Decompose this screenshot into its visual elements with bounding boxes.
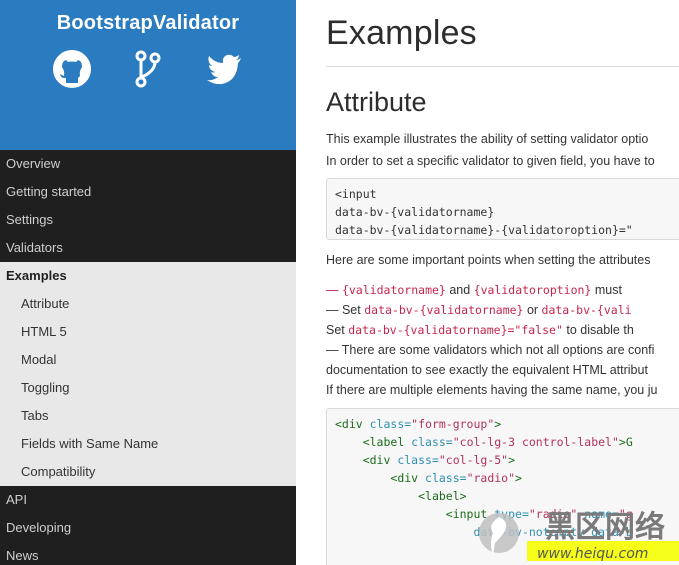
nav-item-settings[interactable]: Settings: [0, 206, 296, 234]
code-token: class=: [390, 453, 439, 467]
watermark-logo: 黑区网络 www.heiqu.com: [479, 510, 679, 562]
text: — Set: [326, 303, 365, 317]
bullet-set: — Set data-bv-{validatorname} or data-bv…: [326, 300, 679, 320]
inline-code: data-bv-{validatorname}: [364, 303, 524, 317]
code-block-form: <div class="form-group"> <label class="c…: [326, 408, 679, 565]
code-line: <input: [335, 187, 377, 201]
code-token: <label>: [418, 489, 467, 503]
nav-item-examples[interactable]: Examples: [0, 262, 296, 290]
bullet-disable: Set data-bv-{validatorname}="false" to d…: [326, 320, 679, 340]
divider: [326, 66, 679, 67]
brand-title[interactable]: BootstrapValidator: [0, 0, 296, 35]
code-token: >G: [618, 435, 633, 449]
code-token: "col-lg-5": [438, 453, 509, 467]
nav-subitem-modal[interactable]: Modal: [0, 346, 296, 374]
paragraph-instructions: In order to set a specific validator to …: [326, 154, 655, 168]
inline-code: {validatoroption}: [473, 283, 592, 297]
nav-item-overview[interactable]: Overview: [0, 150, 296, 178]
fork-icon[interactable]: [128, 49, 168, 89]
bullet-naming: — {validatorname} and {validatoroption} …: [326, 280, 679, 300]
text: or: [523, 303, 542, 317]
watermark-text: 黑区网络: [545, 510, 665, 545]
inline-code: {validatorname}: [341, 283, 446, 297]
nav-item-validators[interactable]: Validators: [0, 234, 296, 262]
code-block-attributes: <input data-bv-{validatorname} data-bv-{…: [326, 178, 679, 240]
code-token: class=: [404, 435, 453, 449]
code-token: "col-lg-3 control-label": [452, 435, 619, 449]
bullet-validators: — There are some validators which not al…: [326, 343, 655, 357]
paragraph-important-points: Here are some important points when sett…: [326, 253, 651, 267]
nav-subitem-attribute[interactable]: Attribute: [0, 290, 296, 318]
nav-subitem-toggling[interactable]: Toggling: [0, 374, 296, 402]
page-title: Examples: [326, 14, 477, 52]
watermark-url: www.heiqu.com: [537, 546, 648, 562]
code-token: <div: [390, 471, 419, 485]
paragraph-intro: This example illustrates the ability of …: [326, 132, 649, 146]
nav-subitem-compatibility[interactable]: Compatibility: [0, 458, 296, 486]
nav-item-news[interactable]: News: [0, 542, 296, 565]
inline-code: data-bv-{validatorname}="false": [348, 323, 563, 337]
nav-subitems: Attribute HTML 5 Modal Toggling Tabs Fie…: [0, 290, 296, 486]
nav-item-developing[interactable]: Developing: [0, 514, 296, 542]
brand-header: BootstrapValidator: [0, 0, 296, 150]
text: to disable th: [562, 323, 634, 337]
text: and: [445, 283, 474, 297]
code-token: class=: [362, 417, 412, 431]
text: Set: [326, 323, 349, 337]
code-token: <div: [362, 453, 391, 467]
section-title: Attribute: [326, 87, 427, 117]
bullet-dash: —: [326, 283, 342, 297]
code-token: "form-group": [411, 417, 495, 431]
nav-item-api[interactable]: API: [0, 486, 296, 514]
code-token: >: [508, 453, 516, 467]
paragraph-same-name: If there are multiple elements having th…: [326, 383, 658, 397]
nav-subitem-html5[interactable]: HTML 5: [0, 318, 296, 346]
code-token: >: [494, 417, 502, 431]
nav-subitem-tabs[interactable]: Tabs: [0, 402, 296, 430]
code-token: >: [515, 471, 522, 485]
code-token: <label: [362, 435, 405, 449]
code-line: data-bv-{validatorname}-{validatoroption…: [335, 223, 633, 237]
sidebar: BootstrapValidator Overview Getting star…: [0, 0, 296, 565]
nav-subitem-fields-same-name[interactable]: Fields with Same Name: [0, 430, 296, 458]
code-token: class=: [418, 471, 467, 485]
code-token: <div: [335, 417, 363, 431]
twitter-icon[interactable]: [204, 49, 244, 89]
main-content: Examples Attribute This example illustra…: [296, 0, 679, 565]
code-line: data-bv-{validatorname}: [335, 205, 495, 219]
brand-icons: [0, 49, 296, 89]
code-token: "radio": [466, 471, 516, 485]
paragraph-documentation: documentation to see exactly the equival…: [326, 363, 648, 377]
github-icon[interactable]: [52, 49, 92, 89]
inline-code: data-bv-{vali: [541, 303, 632, 317]
nav-item-getting-started[interactable]: Getting started: [0, 178, 296, 206]
text: must: [591, 283, 622, 297]
